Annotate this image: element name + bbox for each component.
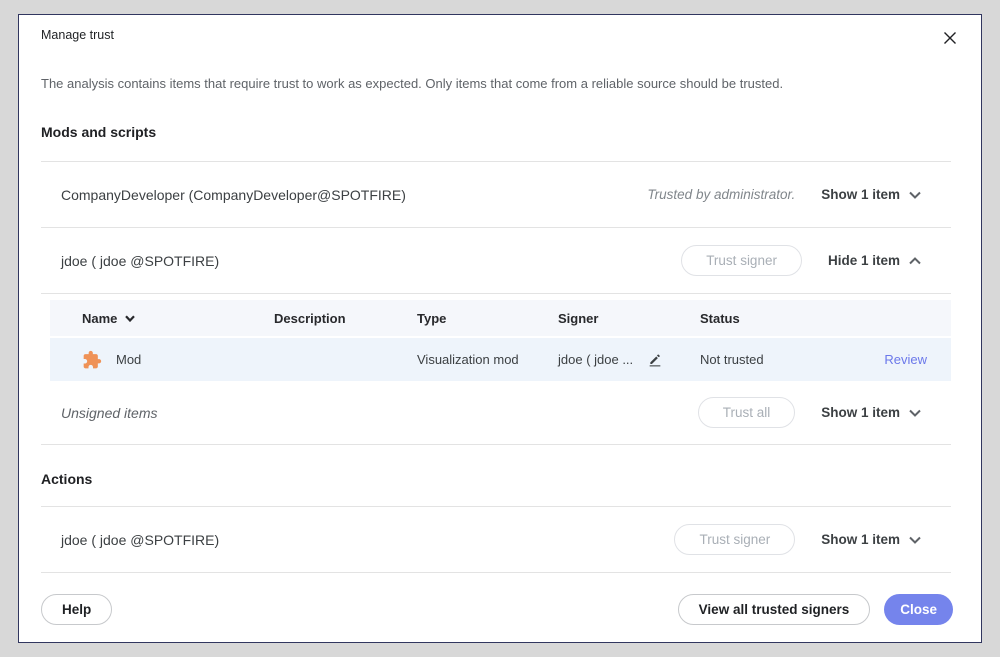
trusted-items-table: Name Description Type Signer Status [50, 300, 951, 381]
review-link[interactable]: Review [884, 352, 927, 367]
signer-name: jdoe ( jdoe @SPOTFIRE) [41, 253, 219, 269]
section-title-mods: Mods and scripts [41, 124, 951, 140]
dialog-footer: Help View all trusted signers Close [19, 576, 981, 642]
close-icon [943, 31, 957, 45]
chevron-down-icon [909, 536, 921, 544]
section-title-actions: Actions [41, 471, 951, 487]
item-status: Not trusted [700, 352, 851, 367]
row-controls: Trust signer Hide 1 item [681, 245, 921, 276]
column-header-signer: Signer [558, 311, 700, 326]
trust-all-button[interactable]: Trust all [698, 397, 796, 428]
item-type: Visualization mod [417, 352, 558, 367]
column-header-status: Status [700, 311, 851, 326]
signer-row-unsigned: Unsigned items Trust all Show 1 item [41, 381, 951, 445]
show-items-toggle[interactable]: Show 1 item [821, 187, 921, 202]
table-row-mod: Mod Visualization mod jdoe ( jdoe ... No… [50, 338, 951, 381]
signer-name: CompanyDeveloper (CompanyDeveloper@SPOTF… [41, 187, 406, 203]
help-button[interactable]: Help [41, 594, 112, 625]
item-signer: jdoe ( jdoe ... [558, 352, 633, 367]
signer-name: jdoe ( jdoe @SPOTFIRE) [41, 532, 219, 548]
edit-pencil-icon [647, 352, 663, 368]
footer-actions: View all trusted signers Close [678, 594, 953, 625]
column-header-description: Description [274, 311, 417, 326]
hide-items-toggle[interactable]: Hide 1 item [828, 253, 921, 268]
row-controls: Trust all Show 1 item [698, 397, 921, 428]
intro-text: The analysis contains items that require… [41, 75, 951, 92]
sort-by-name-button[interactable]: Name [82, 311, 135, 326]
toggle-label: Show 1 item [821, 405, 900, 420]
app-backdrop: Manage trust The analysis contains items… [0, 0, 1000, 657]
dialog-header: Manage trust [19, 15, 981, 49]
trusted-by-admin-note: Trusted by administrator. [647, 187, 795, 202]
table-header-row: Name Description Type Signer Status [50, 300, 951, 336]
signer-row-jdoe-actions: jdoe ( jdoe @SPOTFIRE) Trust signer Show… [41, 507, 951, 573]
row-controls: Trust signer Show 1 item [674, 524, 921, 555]
signer-row-jdoe: jdoe ( jdoe @SPOTFIRE) Trust signer Hide… [41, 228, 951, 294]
chevron-up-icon [909, 257, 921, 265]
close-button[interactable] [939, 27, 961, 49]
view-all-trusted-signers-button[interactable]: View all trusted signers [678, 594, 871, 625]
signer-row-companydeveloper: CompanyDeveloper (CompanyDeveloper@SPOTF… [41, 162, 951, 228]
item-name: Mod [116, 352, 141, 367]
column-header-name: Name [82, 311, 117, 326]
column-header-type: Type [417, 311, 558, 326]
sort-chevron-icon [125, 315, 135, 322]
trust-signer-button[interactable]: Trust signer [681, 245, 802, 276]
manage-trust-dialog: Manage trust The analysis contains items… [18, 14, 982, 643]
trust-signer-button[interactable]: Trust signer [674, 524, 795, 555]
chevron-down-icon [909, 191, 921, 199]
mod-puzzle-icon [82, 350, 102, 370]
toggle-label: Show 1 item [821, 532, 900, 547]
unsigned-items-label: Unsigned items [41, 405, 158, 421]
toggle-label: Hide 1 item [828, 253, 900, 268]
show-items-toggle[interactable]: Show 1 item [821, 405, 921, 420]
dialog-title: Manage trust [41, 27, 114, 43]
toggle-label: Show 1 item [821, 187, 900, 202]
chevron-down-icon [909, 409, 921, 417]
show-items-toggle[interactable]: Show 1 item [821, 532, 921, 547]
close-dialog-button[interactable]: Close [884, 594, 953, 625]
dialog-content: The analysis contains items that require… [19, 49, 981, 576]
row-controls: Trusted by administrator. Show 1 item [647, 187, 921, 202]
edit-signer-button[interactable] [643, 348, 667, 372]
